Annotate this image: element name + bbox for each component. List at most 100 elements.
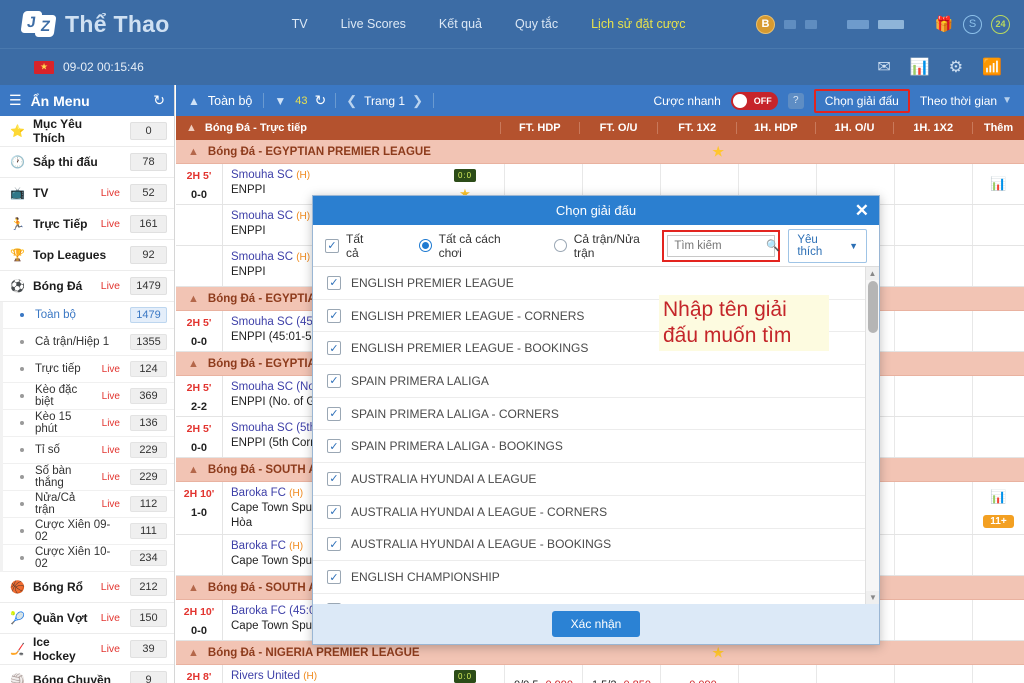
checkbox-icon[interactable]: ✓	[327, 537, 341, 552]
sidebar-subitem-s-b-n-th-ng[interactable]: Số bàn thắng Live 229	[3, 464, 174, 491]
chevron-up-icon-league[interactable]: ▲	[176, 647, 208, 659]
scroll-down-icon[interactable]: ▼	[866, 591, 879, 604]
sidebar-subitem-k-o-15-ph-t[interactable]: Kèo 15 phút Live 136	[3, 410, 174, 437]
teams-cell[interactable]: Rivers United (H)	[222, 665, 426, 683]
hamburger-icon[interactable]: ☰	[9, 92, 22, 109]
sidebar-item-b-ng-chuy-n[interactable]: 🏐 Bóng Chuyền 9	[0, 665, 174, 683]
checkbox-icon[interactable]: ✓	[327, 406, 341, 421]
league-list-item[interactable]: ✓ ENGLISH CHAMPIONSHIP	[313, 561, 865, 594]
sidebar-subitem-tr-c-ti-p[interactable]: Trực tiếp Live 124	[3, 356, 174, 383]
chevron-up-icon-league[interactable]: ▲	[176, 358, 208, 370]
sidebar-subitem-to-n-b-[interactable]: Toàn bộ 1479	[3, 302, 174, 329]
star-icon[interactable]: ★	[712, 144, 724, 160]
chart-icon[interactable]: 📊	[990, 176, 1006, 192]
radio-fulltime-halftime[interactable]: Cả trận/Nửa trận	[553, 232, 663, 260]
column-1h-hdp[interactable]: 1H. HDP	[736, 122, 815, 134]
sidebar-item-qu-n-v-t[interactable]: 🎾 Quần Vợt Live 150	[0, 603, 174, 634]
select-league-button[interactable]: Chọn giải đấu	[813, 88, 910, 113]
odds-cell[interactable]	[894, 164, 972, 204]
odds-more-cell[interactable]	[972, 665, 1024, 683]
odds-cell[interactable]: 0/0.5 0.990	[504, 665, 582, 683]
sidebar-header[interactable]: ☰ Ẩn Menu ↻	[0, 85, 174, 116]
chevron-down-icon[interactable]: ▼	[264, 94, 290, 108]
checkbox-icon[interactable]: ✓	[327, 275, 341, 290]
odds-cell[interactable]	[894, 246, 972, 286]
quick-bet-toggle[interactable]: OFF	[730, 91, 778, 110]
radio-off-icon[interactable]	[553, 239, 567, 252]
sidebar-subitem-c-c-xi-n-09-02[interactable]: Cược Xiên 09-02 111	[3, 518, 174, 545]
sort-by-time-dropdown[interactable]: Theo thời gian ▼	[920, 94, 1014, 108]
checkbox-icon[interactable]: ✓	[327, 570, 341, 585]
odds-more-cell[interactable]	[972, 600, 1024, 640]
league-list-item[interactable]: ✓ AUSTRALIA HYUNDAI A LEAGUE - BOOKINGS	[313, 529, 865, 562]
more-markets-badge[interactable]: 11+	[983, 514, 1014, 528]
odds-cell[interactable]	[894, 600, 972, 640]
spin-icon[interactable]: S	[963, 14, 982, 34]
checkbox-icon[interactable]: ✓	[327, 504, 341, 519]
chevron-up-icon[interactable]: ▲	[186, 94, 208, 108]
sidebar-item-ice-hockey[interactable]: 🏒 Ice Hockey Live 39	[0, 634, 174, 665]
gift-icon[interactable]: 🎁	[934, 14, 954, 34]
column-more[interactable]: Thêm	[972, 122, 1024, 134]
odds-cell[interactable]	[894, 482, 972, 534]
odds-cell[interactable]	[894, 205, 972, 245]
sidebar-subitem-n-a-c-tr-n[interactable]: Nửa/Cả trận Live 112	[3, 491, 174, 518]
sidebar-item-m-c-y-u-th-ch[interactable]: ⭐ Mục Yêu Thích 0	[0, 116, 174, 147]
odds-more-cell[interactable]	[972, 376, 1024, 416]
league-band[interactable]: ▲Bóng Đá - EGYPTIAN PREMIER LEAGUE ★	[176, 140, 1024, 164]
column-1h-ou[interactable]: 1H. O/U	[814, 122, 894, 134]
odds-more-cell[interactable]: 📊	[972, 164, 1024, 204]
support-24-icon[interactable]: 24	[991, 14, 1010, 34]
league-list-item[interactable]: ✓ AUSTRALIA HYUNDAI A LEAGUE	[313, 463, 865, 496]
sidebar-item-b-ng-[interactable]: ⚽ Bóng Đá Live 1479	[0, 271, 174, 302]
mail-icon[interactable]: ✉	[877, 57, 890, 77]
sidebar-subitem-k-o-c-bi-t[interactable]: Kèo đặc biệt Live 369	[3, 383, 174, 410]
odds-cell[interactable]	[894, 376, 972, 416]
odds-cell[interactable]: 0.090	[660, 665, 738, 683]
chevron-right-icon[interactable]: ❯	[412, 93, 423, 109]
odds-cell[interactable]	[816, 665, 894, 683]
toolbar-refresh-icon[interactable]: ↻	[313, 92, 336, 109]
sidebar-subitem-c-c-xi-n-10-02[interactable]: Cược Xiên 10-02 234	[3, 545, 174, 572]
live-score-icon[interactable]: 0:0	[454, 169, 476, 182]
sidebar-item-top-leagues[interactable]: 🏆 Top Leagues 92	[0, 240, 174, 271]
odds-more-cell[interactable]	[972, 205, 1024, 245]
chevron-up-icon-league[interactable]: ▲	[176, 146, 208, 158]
checkbox-icon[interactable]: ✓	[327, 471, 341, 486]
nav-live-scores[interactable]: Live Scores	[341, 17, 406, 31]
odds-more-cell[interactable]	[972, 246, 1024, 286]
radio-all-modes[interactable]: Tất cả cách chơi	[418, 232, 526, 260]
column-1h-1x2[interactable]: 1H. 1X2	[893, 122, 972, 134]
odds-cell[interactable]: 1.5/2 0.850	[582, 665, 660, 683]
chevron-up-icon-league[interactable]: ▲	[176, 293, 208, 305]
search-icon[interactable]: 🔍	[766, 239, 780, 252]
scroll-thumb[interactable]	[868, 281, 878, 333]
league-list-item[interactable]: ✓ SPAIN PRIMERA LALIGA - CORNERS	[313, 398, 865, 431]
live-score-icon[interactable]: 0:0	[454, 670, 476, 683]
odds-cell[interactable]	[738, 665, 816, 683]
column-ft-ou[interactable]: FT. O/U	[578, 122, 658, 134]
odds-cell[interactable]	[894, 311, 972, 351]
table-row[interactable]: 2H 8' Rivers United (H) 0:0 0/0.5 0.990 1.5/2…	[176, 665, 1024, 683]
brand[interactable]: J Z Thể Thao	[0, 11, 170, 38]
league-list-item[interactable]: ✓ SPAIN PRIMERA LALIGA - BOOKINGS	[313, 430, 865, 464]
checkbox-icon[interactable]: ✓	[327, 341, 341, 356]
checkbox-icon[interactable]: ✓	[327, 308, 341, 323]
league-list-item[interactable]: ✓ SPAIN PRIMERA LALIGA	[313, 365, 865, 398]
column-header-lead[interactable]: ▲ Bóng Đá - Trực tiếp	[176, 122, 500, 134]
league-list-item[interactable]: ✓ GERMANY BUNDESLIGA 2	[313, 594, 865, 604]
column-ft-hdp[interactable]: FT. HDP	[500, 122, 579, 134]
radio-on-icon[interactable]	[418, 239, 432, 252]
odds-cell[interactable]	[894, 417, 972, 457]
checkbox-icon[interactable]: ✓	[327, 373, 341, 388]
wifi-icon[interactable]: 📶	[982, 57, 1002, 77]
chevron-up-icon-league[interactable]: ▲	[176, 582, 208, 594]
star-icon[interactable]: ★	[712, 645, 724, 661]
odds-cell[interactable]	[894, 665, 972, 683]
nav-lich-su-dat-cuoc[interactable]: Lịch sử đặt cược	[591, 17, 685, 31]
filter-all[interactable]: ✓ Tất cả	[325, 232, 379, 260]
sidebar-subitem-t-s-[interactable]: Tỉ số Live 229	[3, 437, 174, 464]
odds-more-cell[interactable]	[972, 417, 1024, 457]
checkbox-all-icon[interactable]: ✓	[325, 238, 339, 253]
sidebar-item-tr-c-ti-p[interactable]: 🏃 Trực Tiếp Live 161	[0, 209, 174, 240]
